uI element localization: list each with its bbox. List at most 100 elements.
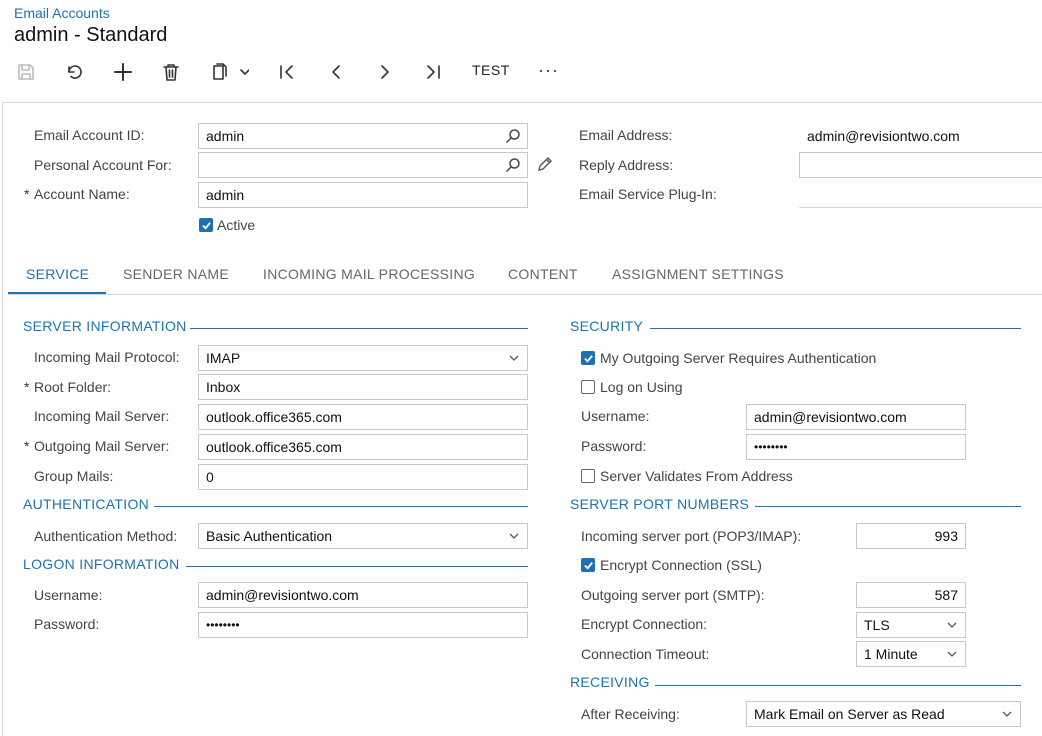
account-name-label: Account Name: [24, 186, 130, 202]
tab-assignment-settings[interactable]: ASSIGNMENT SETTINGS [612, 266, 784, 282]
group-mails-label: Group Mails: [34, 468, 114, 484]
group-mails-field[interactable]: 0 [198, 464, 528, 490]
authentication-method-value: Basic Authentication [206, 528, 333, 544]
requires-auth-checkbox[interactable] [581, 351, 595, 365]
security-password-field[interactable]: •••••••• [746, 434, 966, 460]
plus-icon[interactable] [112, 60, 134, 84]
outgoing-port-field[interactable]: 587 [856, 582, 966, 608]
next-icon[interactable] [377, 60, 393, 84]
incoming-protocol-label: Incoming Mail Protocol: [34, 349, 180, 365]
security-password-value: •••••••• [754, 440, 788, 454]
tab-service[interactable]: SERVICE [26, 266, 89, 282]
logon-username-value: admin@revisiontwo.com [206, 587, 359, 603]
server-information-header: SERVER INFORMATION [23, 318, 187, 334]
section-divider [186, 566, 528, 567]
logon-information-header: LOGON INFORMATION [23, 556, 180, 572]
save-icon[interactable] [16, 60, 36, 84]
connection-timeout-value: 1 Minute [864, 646, 918, 662]
incoming-protocol-select[interactable]: IMAP [198, 345, 528, 371]
section-divider [755, 506, 1021, 507]
trash-icon[interactable] [162, 60, 180, 84]
last-record-icon[interactable] [424, 60, 442, 84]
outgoing-port-value: 587 [934, 587, 958, 603]
plugin-label: Email Service Plug-In: [579, 186, 717, 202]
incoming-port-value: 993 [934, 528, 958, 544]
encrypt-connection-select[interactable]: TLS [856, 612, 966, 638]
chevron-down-icon [1002, 711, 1012, 717]
authentication-method-select[interactable]: Basic Authentication [198, 523, 528, 549]
incoming-server-field[interactable]: outlook.office365.com [198, 404, 528, 430]
breadcrumb[interactable]: Email Accounts [14, 5, 110, 21]
active-label: Active [217, 217, 256, 233]
search-icon[interactable] [505, 157, 521, 173]
root-folder-field[interactable]: Inbox [198, 374, 528, 400]
connection-timeout-label: Connection Timeout: [581, 646, 710, 662]
tab-incoming-mail-processing[interactable]: INCOMING MAIL PROCESSING [263, 266, 475, 282]
clipboard-icon[interactable] [210, 60, 250, 84]
email-address-label: Email Address: [579, 127, 673, 143]
logon-username-field[interactable]: admin@revisiontwo.com [198, 582, 528, 608]
chevron-down-icon [947, 622, 957, 628]
more-actions-button[interactable]: ··· [538, 60, 559, 81]
chevron-down-icon [509, 355, 519, 361]
incoming-server-label: Incoming Mail Server: [34, 408, 170, 424]
incoming-port-field[interactable]: 993 [856, 523, 966, 549]
authentication-header: AUTHENTICATION [23, 496, 150, 512]
email-address-value: admin@revisiontwo.com [807, 128, 960, 144]
email-account-id-field[interactable]: admin [198, 123, 528, 149]
after-receiving-select[interactable]: Mark Email on Server as Read [746, 701, 1021, 727]
outgoing-server-label: Outgoing Mail Server: [24, 438, 169, 454]
logon-password-value: •••••••• [206, 618, 240, 632]
tab-content[interactable]: CONTENT [508, 266, 578, 282]
reply-address-label: Reply Address: [579, 157, 674, 173]
active-checkbox[interactable] [199, 218, 213, 232]
previous-icon[interactable] [328, 60, 344, 84]
authentication-method-label: Authentication Method: [34, 528, 178, 544]
log-on-using-checkbox[interactable] [581, 380, 595, 394]
email-account-id-label: Email Account ID: [34, 127, 145, 143]
first-record-icon[interactable] [278, 60, 296, 84]
after-receiving-value: Mark Email on Server as Read [754, 706, 945, 722]
outgoing-server-value: outlook.office365.com [206, 439, 342, 455]
security-password-label: Password: [581, 438, 647, 454]
personal-account-field[interactable] [198, 152, 528, 178]
group-mails-value: 0 [206, 469, 214, 485]
log-on-using-label: Log on Using [600, 379, 683, 395]
account-name-field[interactable]: admin [198, 182, 528, 208]
validates-from-label: Server Validates From Address [600, 468, 793, 484]
validates-from-checkbox[interactable] [581, 469, 595, 483]
account-name-value: admin [206, 187, 245, 203]
pencil-icon[interactable] [537, 156, 553, 172]
connection-timeout-select[interactable]: 1 Minute [856, 641, 966, 667]
test-button[interactable]: TEST [472, 62, 510, 78]
security-username-value: admin@revisiontwo.com [754, 409, 907, 425]
plugin-field-underline[interactable] [799, 207, 1042, 208]
tab-sender-name[interactable]: SENDER NAME [123, 266, 229, 282]
active-tab-indicator [8, 292, 106, 294]
security-username-label: Username: [581, 408, 650, 424]
chevron-down-icon [947, 651, 957, 657]
section-divider [650, 328, 1021, 329]
encrypt-connection-label: Encrypt Connection: [581, 616, 708, 632]
after-receiving-label: After Receiving: [581, 706, 680, 722]
logon-password-field[interactable]: •••••••• [198, 612, 528, 638]
root-folder-value: Inbox [206, 379, 241, 395]
page-title: admin - Standard [14, 24, 168, 46]
incoming-server-value: outlook.office365.com [206, 409, 342, 425]
security-username-field[interactable]: admin@revisiontwo.com [746, 404, 966, 430]
undo-icon[interactable] [64, 60, 84, 84]
encrypt-connection-value: TLS [864, 617, 890, 633]
requires-auth-label: My Outgoing Server Requires Authenticati… [600, 350, 877, 366]
chevron-down-icon [509, 533, 519, 539]
reply-address-field[interactable] [799, 152, 1042, 178]
section-divider [154, 506, 528, 507]
search-icon[interactable] [505, 128, 521, 144]
tab-divider [8, 294, 1042, 295]
email-account-id-value: admin [206, 128, 245, 144]
logon-username-label: Username: [34, 587, 103, 603]
outgoing-server-field[interactable]: outlook.office365.com [198, 434, 528, 460]
section-divider [190, 328, 528, 329]
root-folder-label: Root Folder: [24, 379, 111, 395]
incoming-protocol-value: IMAP [206, 350, 241, 366]
encrypt-ssl-checkbox[interactable] [581, 558, 595, 572]
